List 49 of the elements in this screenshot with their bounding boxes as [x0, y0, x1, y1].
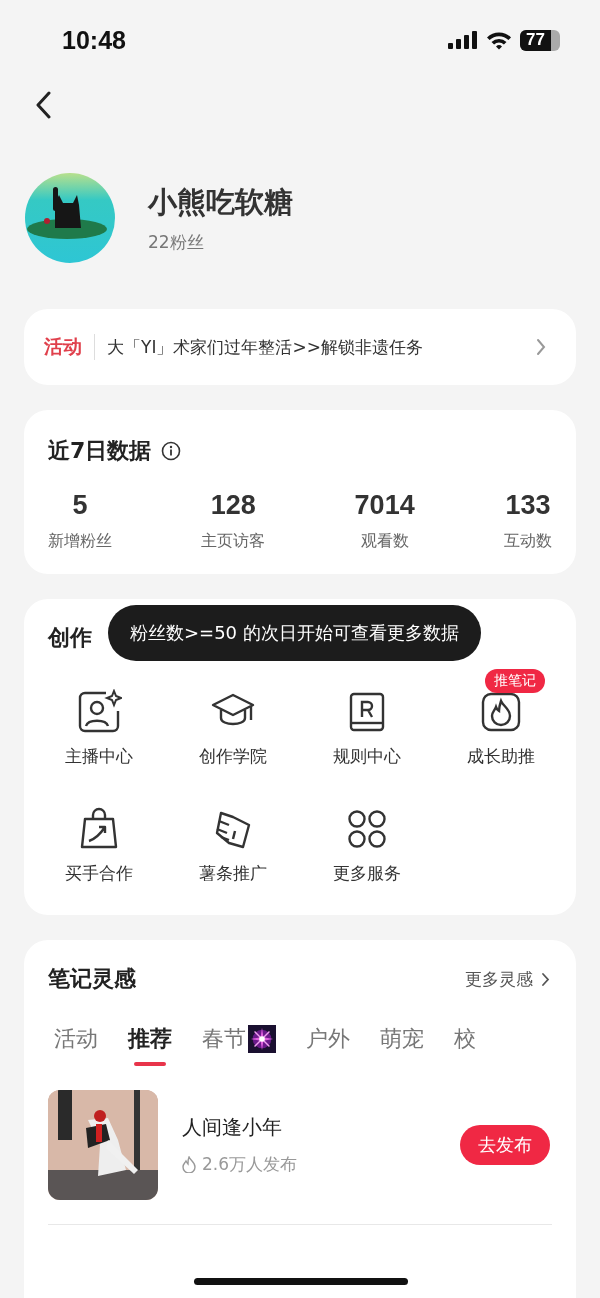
- more-inspiration-link[interactable]: 更多灵感: [465, 967, 550, 991]
- service-item[interactable]: 薯条推广: [166, 784, 300, 885]
- activity-text: 大「YI」术家们过年整活>>解锁非遗任务: [107, 335, 424, 359]
- activity-banner[interactable]: 活动 大「YI」术家们过年整活>>解锁非遗任务: [24, 309, 576, 385]
- service-item[interactable]: 更多服务: [300, 784, 434, 885]
- stats-title: 近7日数据: [48, 437, 152, 465]
- category-tab[interactable]: 推荐: [128, 1024, 172, 1066]
- services-title: 创作: [48, 625, 92, 650]
- stat-value: 5: [72, 490, 88, 521]
- tooltip: 粉丝数>=50 的次日开始可查看更多数据: [108, 605, 481, 661]
- battery-indicator: 77: [520, 29, 560, 51]
- book-icon: [349, 692, 385, 732]
- stat-label: 新增粉丝: [48, 531, 112, 552]
- service-badge: 推笔记: [485, 669, 545, 693]
- info-icon[interactable]: [161, 441, 182, 461]
- stat-value: 128: [210, 490, 256, 521]
- service-item[interactable]: 规则中心: [300, 667, 434, 768]
- flame-icon: [182, 1156, 196, 1173]
- topic-title: 人间逢小年: [182, 1114, 283, 1141]
- stat-value: 133: [505, 490, 551, 521]
- person-sparkle-icon: [76, 689, 122, 735]
- chevron-right-icon: [541, 971, 550, 987]
- category-tab[interactable]: 萌宠: [380, 1024, 424, 1066]
- back-icon[interactable]: [35, 91, 51, 119]
- category-tab[interactable]: 校: [454, 1024, 476, 1066]
- stat-label: 观看数: [360, 531, 409, 552]
- flame-icon: [481, 692, 521, 732]
- service-item[interactable]: 推笔记 成长助推: [434, 667, 568, 768]
- inspiration-title: 笔记灵感: [48, 965, 136, 993]
- shopping-bag-icon: [79, 807, 119, 851]
- profile-name: 小熊吃软糖: [148, 183, 293, 221]
- chevron-right-icon: [536, 338, 546, 356]
- grid-icon: [347, 809, 387, 849]
- service-item[interactable]: 买手合作: [32, 784, 166, 885]
- publish-count: 2.6万人发布: [202, 1153, 298, 1176]
- category-tab[interactable]: 春节: [202, 1024, 276, 1066]
- signal-icon: [448, 31, 478, 49]
- status-time: 10:48: [62, 25, 126, 55]
- stat-label: 互动数: [503, 531, 552, 552]
- category-tab[interactable]: 户外: [306, 1024, 350, 1066]
- activity-tag: 活动: [44, 334, 82, 360]
- stat-value: 7014: [354, 490, 415, 521]
- stat-label: 主页访客: [201, 531, 266, 552]
- publish-button[interactable]: 去发布: [460, 1125, 550, 1165]
- follower-count: 22粉丝: [148, 230, 205, 254]
- service-item[interactable]: 创作学院: [166, 667, 300, 768]
- category-tab[interactable]: 活动: [54, 1024, 98, 1066]
- wifi-icon: [486, 30, 512, 50]
- service-item[interactable]: 主播中心: [32, 667, 166, 768]
